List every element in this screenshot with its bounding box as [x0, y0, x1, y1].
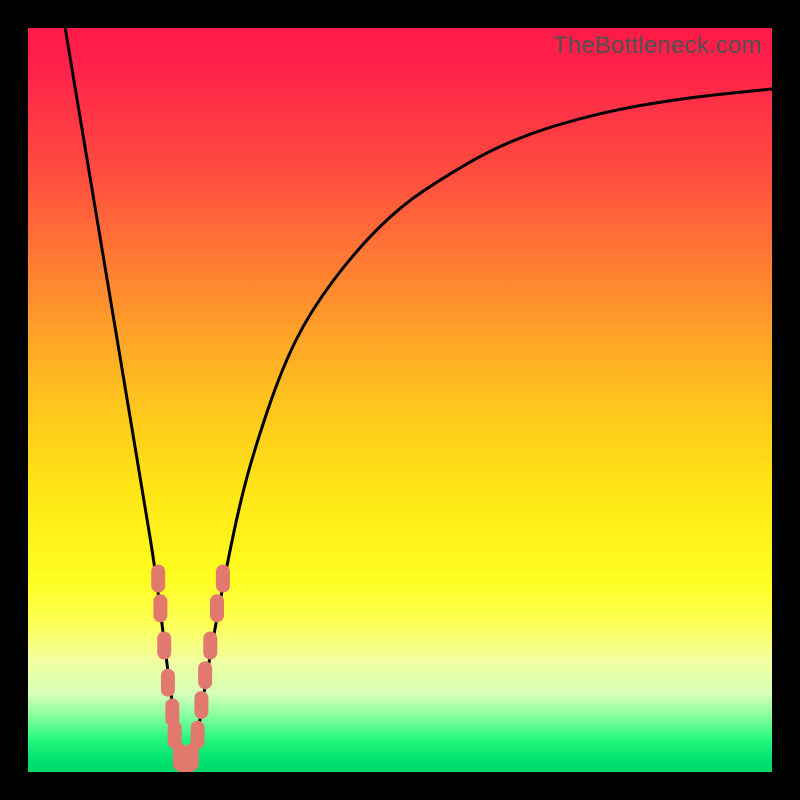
watermark-text: TheBottleneck.com — [553, 32, 762, 60]
data-marker — [198, 661, 212, 689]
chart-frame: TheBottleneck.com — [0, 0, 800, 800]
data-marker — [210, 594, 224, 622]
plot-area: TheBottleneck.com — [28, 28, 772, 772]
data-markers — [151, 565, 230, 772]
data-marker — [153, 594, 167, 622]
data-marker — [151, 565, 165, 593]
data-marker — [203, 632, 217, 660]
data-marker — [161, 669, 175, 697]
curve-layer — [28, 28, 772, 772]
data-marker — [157, 632, 171, 660]
data-marker — [194, 691, 208, 719]
data-marker — [216, 565, 230, 593]
data-marker — [191, 721, 205, 749]
bottleneck-curve — [65, 28, 772, 765]
